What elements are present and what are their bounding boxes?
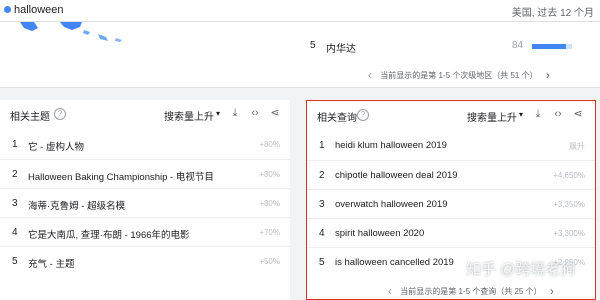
region-card: 5 内华达 84 ‹ 当前显示的是第 1-5 个次级地区（共 51 个） › [0,22,600,88]
list-item[interactable]: 3 overwatch halloween 2019 +3,350% [307,189,595,218]
item-rank: 5 [12,256,18,267]
list-item[interactable]: 3 海蒂·克鲁姆 - 超级名模 +80% [0,188,290,217]
item-value: +4,650% [553,171,585,180]
item-label: spirit halloween 2020 [335,228,425,239]
chevron-down-icon[interactable]: ▾ [519,110,523,119]
item-value: +3,350% [553,200,585,209]
trends-page: halloween 美国, 过去 12 个月 5 内华达 84 ‹ 当前显示的是… [0,0,600,300]
list-item[interactable]: 2 Halloween Baking Championship - 电视节目 +80… [0,159,290,188]
download-icon[interactable]: ⤓ [228,106,242,120]
item-rank: 2 [12,169,18,180]
list-item[interactable]: 1 它 - 虚构人物 +80% [0,130,290,159]
related-queries-header: 相关查询 ? 搜索量上升 ▾ ⤓ ‹› ⋖ [307,101,595,129]
related-topics-panel: 相关主题 ? 搜索量上升 ▾ ⤓ ‹› ⋖ 1 它 - 虚构人物 +80% 2 Hal… [0,100,290,300]
item-value: +3,300% [553,229,585,238]
embed-icon[interactable]: ‹› [248,106,262,120]
region-pager: ‹ 当前显示的是第 1-5 个次级地区（共 51 个） › [362,68,556,82]
list-item[interactable]: 5 充气 - 主题 +50% [0,246,290,275]
download-icon[interactable]: ⤓ [531,107,545,121]
item-rank: 2 [319,170,325,181]
list-item[interactable]: 1 heidi klum halloween 2019 飙升 [307,131,595,160]
item-value: 飙升 [569,142,585,151]
region-bar-fill [532,44,566,49]
item-rank: 4 [319,228,325,239]
queries-pager-text: 当前显示的是第 1-5 个查询（共 25 个） [400,287,542,296]
item-rank: 3 [319,199,325,210]
sort-dropdown[interactable]: 搜索量上升 [467,109,517,124]
share-icon[interactable]: ⋖ [571,107,585,121]
watermark: 知乎 @跨境老狗 [466,261,576,278]
related-queries-list: 1 heidi klum halloween 2019 飙升 2 chipotle h… [307,131,595,276]
region-filter[interactable]: 美国, 过去 12 个月 [512,4,594,19]
help-icon[interactable]: ? [54,108,66,120]
related-topics-header: 相关主题 ? 搜索量上升 ▾ ⤓ ‹› ⋖ [0,100,290,128]
next-page-icon[interactable]: › [546,68,550,82]
item-rank: 3 [12,198,18,209]
related-topics-title: 相关主题 [10,112,50,123]
search-bar: halloween 美国, 过去 12 个月 [0,0,600,22]
queries-pager: ‹ 当前显示的是第 1-5 个查询（共 25 个） › [382,284,560,298]
item-label: 海蒂·克鲁姆 - 超级名模 [28,201,126,212]
item-rank: 1 [319,140,325,151]
list-item[interactable]: 4 它是大南瓜, 查理·布朗 - 1966年的电影 +70% [0,217,290,246]
item-value: +50% [259,257,280,266]
item-label: 它 - 虚构人物 [28,142,84,153]
item-value: +80% [259,199,280,208]
item-value: +80% [259,140,280,149]
help-icon[interactable]: ? [357,109,369,121]
search-term[interactable]: halloween [14,4,64,16]
related-topics-list: 1 它 - 虚构人物 +80% 2 Halloween Baking Champion… [0,130,290,275]
item-value: +70% [259,228,280,237]
region-name: 内华达 [326,44,356,55]
next-page-icon[interactable]: › [550,284,554,298]
item-rank: 5 [319,257,325,268]
region-row[interactable]: 5 内华达 84 [310,40,580,55]
chevron-down-icon[interactable]: ▾ [216,109,220,118]
prev-page-icon[interactable]: ‹ [368,68,372,82]
region-value: 84 [512,40,524,51]
item-rank: 1 [12,139,18,150]
list-item[interactable]: 2 chipotle halloween deal 2019 +4,650% [307,160,595,189]
item-rank: 4 [12,227,18,238]
item-label: is halloween cancelled 2019 [335,257,454,268]
item-label: 充气 - 主题 [28,259,75,270]
region-rank: 5 [310,40,316,51]
map-fragment [20,22,122,42]
list-item[interactable]: 4 spirit halloween 2020 +3,300% [307,218,595,247]
item-value: +80% [259,170,280,179]
region-pager-text: 当前显示的是第 1-5 个次级地区（共 51 个） [380,71,538,80]
share-icon[interactable]: ⋖ [268,106,282,120]
region-bar [532,44,572,49]
related-queries-title: 相关查询 [317,113,357,124]
item-label: overwatch halloween 2019 [335,199,448,210]
item-label: heidi klum halloween 2019 [335,140,447,151]
item-label: chipotle halloween deal 2019 [335,170,458,181]
item-label: Halloween Baking Championship - 电视节目 [28,172,214,183]
embed-icon[interactable]: ‹› [551,107,565,121]
term-color-dot [4,6,11,13]
item-label: 它是大南瓜, 查理·布朗 - 1966年的电影 [28,230,190,241]
prev-page-icon[interactable]: ‹ [388,284,392,298]
sort-dropdown[interactable]: 搜索量上升 [164,108,214,123]
